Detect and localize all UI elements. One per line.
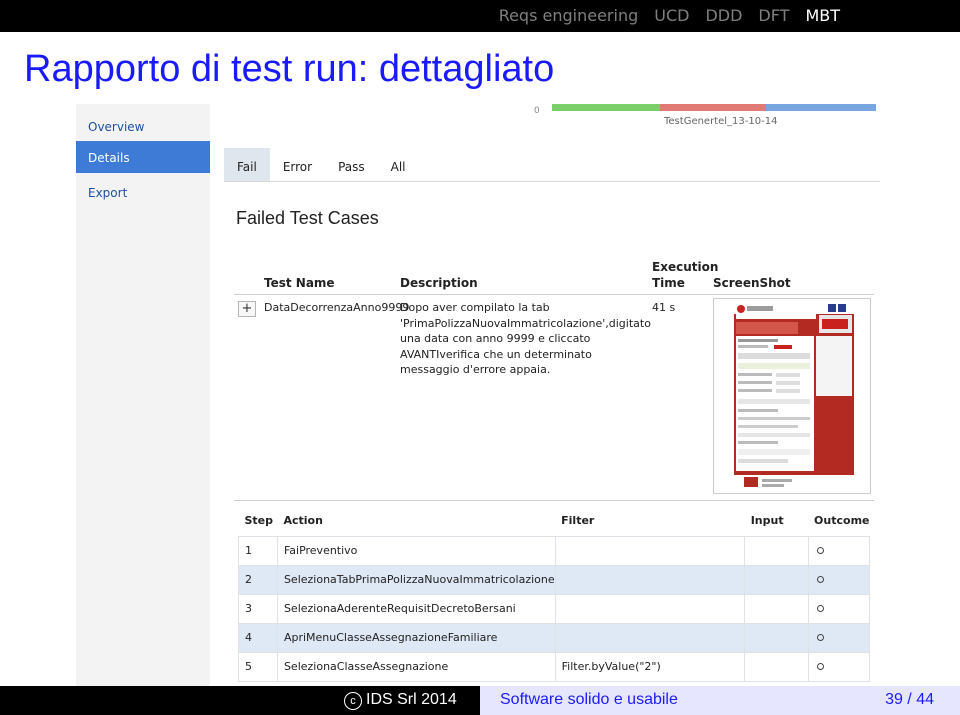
step-outcome (807, 651, 871, 682)
copyright-icon: c (344, 692, 362, 710)
step-outcome (807, 622, 871, 653)
screenshot-thumbnail-image (714, 299, 870, 493)
step-input (744, 622, 809, 653)
footer-right: Software solido e usabile 39 / 44 (480, 686, 960, 715)
sidebar-item-overview[interactable]: Overview (76, 106, 210, 138)
tab-all[interactable]: All (378, 148, 419, 182)
outcome-status-icon (816, 663, 824, 670)
progress-other-segment (766, 104, 876, 111)
step-filter (554, 564, 746, 595)
outcome-status-icon (816, 634, 824, 641)
step-action: FaiPreventivo (276, 535, 556, 566)
footer-company: IDS Srl 2014 (366, 691, 457, 708)
table-row: 2 SelezionaTabPrimaPolizzaNuovaImmatrico… (238, 564, 871, 595)
test-case-name[interactable]: DataDecorrenzaAnno9999 (264, 300, 409, 316)
section-nav: Reqs engineering UCD DDD DFT MBT (499, 6, 840, 25)
steps-col-outcome: Outcome (808, 506, 870, 536)
progress-fail-segment (660, 104, 766, 111)
step-input (744, 651, 809, 682)
test-case-description: Dopo aver compilato la tab 'PrimaPolizza… (400, 301, 651, 376)
sidebar-item-details[interactable]: Details (76, 141, 210, 173)
tabs-divider (224, 181, 880, 182)
tab-fail[interactable]: Fail (224, 148, 270, 182)
step-number: 5 (238, 651, 278, 682)
step-action: ApriMenuClasseAssegnazioneFamiliare (276, 622, 556, 653)
step-outcome (807, 593, 871, 624)
tab-pass[interactable]: Pass (325, 148, 378, 182)
outcome-status-icon (816, 547, 824, 554)
screenshot-thumbnail[interactable] (713, 298, 871, 494)
col-test-name: Test Name (264, 276, 335, 290)
nav-reqs-engineering[interactable]: Reqs engineering (499, 6, 639, 25)
table-row: 3 SelezionaAderenteRequisitDecretoBersan… (238, 593, 871, 624)
step-action: SelezionaTabPrimaPolizzaNuovaImmatricola… (276, 564, 556, 595)
steps-col-filter: Filter (555, 506, 745, 536)
step-number: 1 (238, 535, 278, 566)
slide-title: Rapporto di test run: dettagliato (24, 48, 555, 90)
table-row: 5 SelezionaClasseAssegnazione Filter.byV… (238, 651, 871, 682)
nav-ddd[interactable]: DDD (705, 6, 742, 25)
header-divider (234, 294, 874, 295)
step-filter (554, 535, 746, 566)
footer-left: c IDS Srl 2014 (0, 686, 480, 715)
step-action: SelezionaAderenteRequisitDecretoBersani (276, 593, 556, 624)
slide-header-bar: Reqs engineering UCD DDD DFT MBT (0, 0, 960, 32)
step-outcome (807, 564, 871, 595)
outcome-status-icon (816, 576, 824, 583)
outcome-status-icon (816, 605, 824, 612)
col-execution-time: Time (652, 276, 685, 290)
expand-button[interactable]: + (238, 301, 256, 317)
slide-footer: c IDS Srl 2014 Software solido e usabile… (0, 686, 960, 715)
test-report-screenshot: Overview Details Export 0 TestGenertel_1… (76, 104, 882, 686)
table-row: 1 FaiPreventivo (238, 535, 871, 566)
steps-table: Step Action Filter Input Outcome 1 FaiPr… (238, 506, 871, 682)
steps-col-action: Action (277, 506, 556, 536)
report-sidebar: Overview Details Export (76, 104, 210, 686)
section-title: Failed Test Cases (236, 208, 379, 228)
col-screenshot: ScreenShot (713, 276, 791, 290)
step-action: SelezionaClasseAssegnazione (276, 651, 556, 682)
details-divider (234, 500, 874, 501)
report-content: 0 TestGenertel_13-10-14 Fail Error Pass … (224, 104, 882, 686)
step-input (744, 593, 809, 624)
result-tabs: Fail Error Pass All (224, 148, 419, 182)
table-row: 4 ApriMenuClasseAssegnazioneFamiliare (238, 622, 871, 653)
step-filter: Filter.byValue("2") (554, 651, 746, 682)
tab-error[interactable]: Error (270, 148, 325, 182)
steps-col-step: Step (238, 506, 278, 536)
step-filter (554, 622, 746, 653)
progress-axis-label: 0 (534, 106, 540, 116)
step-number: 3 (238, 593, 278, 624)
step-filter (554, 593, 746, 624)
suite-name: TestGenertel_13-10-14 (664, 116, 778, 127)
col-execution-top: Execution (652, 260, 719, 274)
sidebar-item-export[interactable]: Export (76, 172, 210, 204)
nav-ucd[interactable]: UCD (654, 6, 689, 25)
nav-mbt[interactable]: MBT (805, 6, 840, 25)
page-number: 39 / 44 (885, 691, 934, 708)
step-number: 4 (238, 622, 278, 653)
steps-header-row: Step Action Filter Input Outcome (238, 506, 870, 536)
test-case-time: 41 s (652, 301, 676, 314)
step-input (744, 564, 809, 595)
nav-dft[interactable]: DFT (758, 6, 789, 25)
progress-pass-segment (552, 104, 660, 111)
step-number: 2 (238, 564, 278, 595)
steps-col-input: Input (744, 506, 809, 536)
footer-subtitle: Software solido e usabile (500, 691, 678, 708)
step-outcome (807, 535, 871, 566)
step-input (744, 535, 809, 566)
col-description: Description (400, 276, 478, 290)
